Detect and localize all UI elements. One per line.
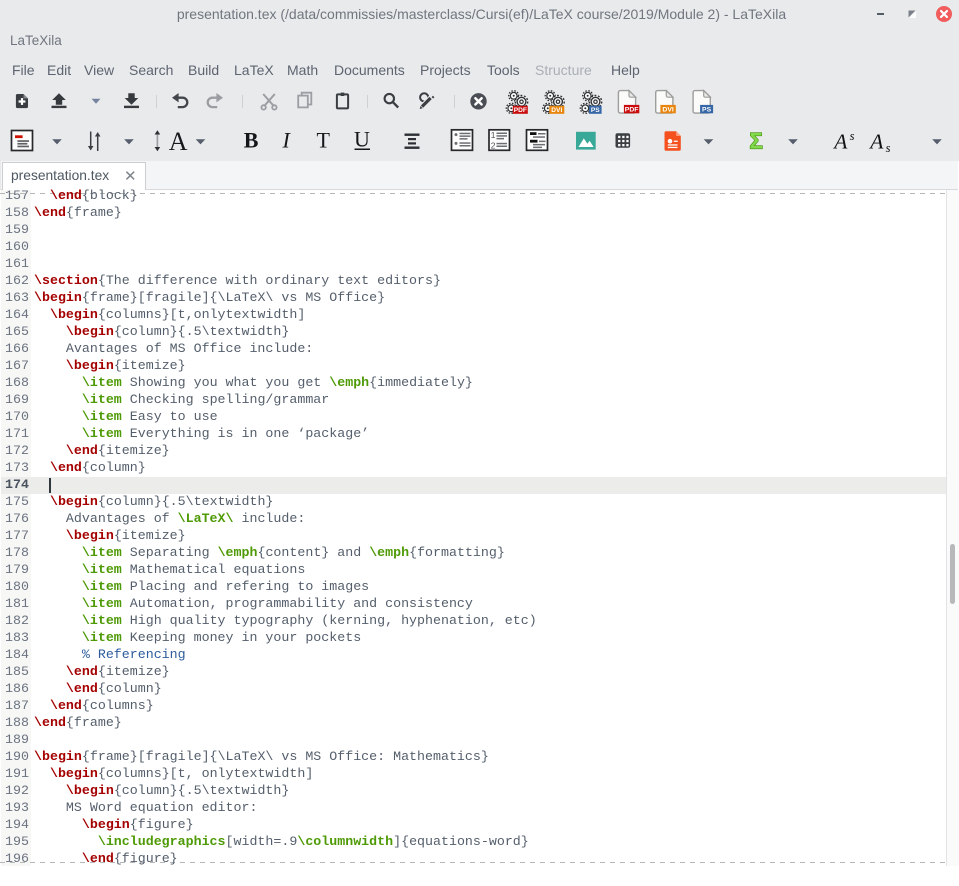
svg-text:DVI: DVI — [551, 107, 562, 114]
svg-text:2: 2 — [491, 140, 496, 150]
svg-text:PDF: PDF — [514, 107, 527, 114]
svg-text:1: 1 — [491, 130, 496, 140]
svg-text:T: T — [317, 128, 331, 153]
svg-text:PDF: PDF — [625, 107, 639, 114]
svg-text:PS: PS — [591, 107, 600, 114]
svg-text:I: I — [282, 128, 292, 153]
svg-text:A: A — [169, 127, 188, 156]
svg-text:s: s — [886, 141, 891, 155]
svg-text:Σ: Σ — [750, 128, 763, 153]
svg-text:A: A — [868, 129, 884, 153]
svg-text:PS: PS — [702, 107, 712, 114]
svg-text:B: B — [244, 128, 259, 153]
svg-text:A: A — [832, 129, 848, 153]
svg-text:U: U — [354, 127, 370, 152]
svg-text:s: s — [850, 129, 855, 143]
svg-text:DVI: DVI — [662, 107, 673, 114]
